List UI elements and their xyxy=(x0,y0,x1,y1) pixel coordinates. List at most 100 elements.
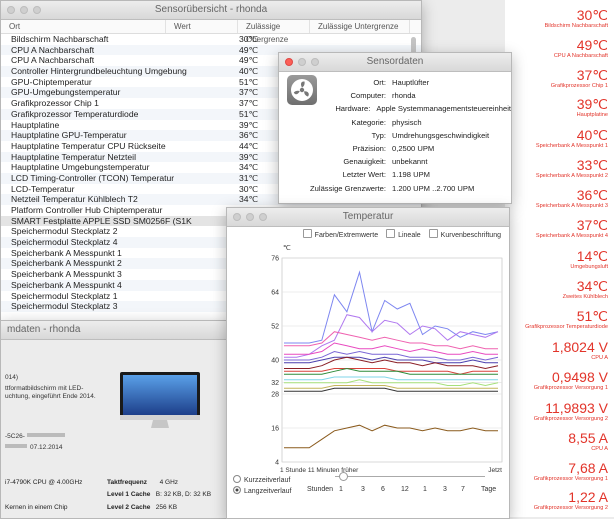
checkbox[interactable] xyxy=(386,229,396,238)
window-title: mdaten - rhonda xyxy=(7,324,81,335)
sensor-name: SMART Festplatte APPLE SSD SM0256F (S1K xyxy=(11,215,192,226)
hours-label: Stunden xyxy=(307,486,334,493)
window-title: Temperatur xyxy=(342,211,394,222)
column-header-location[interactable]: Ort xyxy=(1,20,166,33)
sensor-name: LCD-Temperatur xyxy=(11,183,75,194)
minimize-button[interactable] xyxy=(298,58,306,66)
readout-item[interactable]: 14℃ Umgebungsluft xyxy=(570,249,608,271)
readout-item[interactable]: 1,22 A Grafikprozessor Versorgung 2 xyxy=(534,490,608,512)
sensor-name: Netzteil Temperatur Kühlblech T2 xyxy=(11,194,138,205)
column-header-lower-limit[interactable]: Zulässige Untergrenze xyxy=(310,20,410,33)
title-bar[interactable]: mdaten - rhonda xyxy=(1,321,231,340)
sensor-name: Hauptplatine Temperatur CPU Rückseite xyxy=(11,140,166,151)
readout-label: Speicherbank A Messpunkt 4 xyxy=(535,233,608,239)
sensor-name: CPU A Nachbarschaft xyxy=(11,55,95,66)
field-label: Hardware: xyxy=(335,104,371,114)
checkbox[interactable] xyxy=(428,229,438,238)
readout-label: Grafikprozessor Chip 1 xyxy=(550,83,608,89)
title-bar[interactable]: Temperatur xyxy=(227,208,509,227)
hour-tick: 3 xyxy=(361,486,365,493)
title-bar[interactable]: Sensordaten xyxy=(279,53,511,72)
readout-item[interactable]: 39℃ Hauptplatine xyxy=(577,97,608,119)
readout-label: CPU A xyxy=(591,446,608,452)
sensor-name: Hauptplatine Umgebungstemperatur xyxy=(11,162,150,173)
readout-item[interactable]: 0,9498 V Grafikprozessor Versorgung 1 xyxy=(534,370,608,392)
readout-label: CPU A Nachbarschaft xyxy=(553,53,608,59)
readout-item[interactable]: 40℃ Speicherbank A Messpunkt 1 xyxy=(536,128,608,150)
option-rulers[interactable]: Lineale xyxy=(386,229,421,239)
field-value: 0,2500 UPM xyxy=(392,144,435,153)
sensor-name: Hauptplatine xyxy=(11,119,60,130)
radio-short-term[interactable]: Kurzzeitverlauf xyxy=(233,475,290,484)
close-button[interactable] xyxy=(285,58,293,66)
x-axis-end-label: Jetzt xyxy=(488,467,502,472)
window-controls xyxy=(285,58,319,66)
radio-button[interactable] xyxy=(233,486,241,494)
readout-item[interactable]: 37℃ Grafikprozessor Chip 1 xyxy=(551,68,608,90)
detail-field: Präzision: 0,2500 UPM xyxy=(279,144,511,153)
sensor-name: Hauptplatine GPU-Temperatur xyxy=(11,130,127,141)
field-value: 1.198 UPM xyxy=(392,170,430,180)
sensor-name: Speichermodul Steckplatz 4 xyxy=(11,237,118,248)
sensor-name: LCD Timing-Controller (TCON) Temperatur xyxy=(11,172,175,183)
window-controls xyxy=(233,213,267,221)
table-header: Ort Wert Zulässige Obergrenze Zulässige … xyxy=(1,20,421,44)
zoom-button[interactable] xyxy=(311,58,319,66)
zoom-button[interactable] xyxy=(33,6,41,14)
l2-cache: Level 2 Cache 256 KB xyxy=(107,504,178,511)
clock-speed: Taktfrequenz 4 GHz xyxy=(107,479,179,486)
readout-label: Speicherbank A Messpunkt 1 xyxy=(535,143,608,149)
readout-label: Grafikprozessor Versorgung 1 xyxy=(533,476,608,482)
zoom-button[interactable] xyxy=(259,213,267,221)
detail-field: Computer: rhonda xyxy=(279,91,511,100)
column-header-value[interactable]: Wert xyxy=(166,20,238,33)
readout-label: Grafikprozessor Temperaturdiode xyxy=(525,324,608,330)
table-row[interactable]: Bildschirm Nachbarschaft 30℃ xyxy=(1,34,421,45)
option-colors-extremes[interactable]: Farben/Extremwerte xyxy=(302,229,378,239)
readout-item[interactable]: 49℃ CPU A Nachbarschaft xyxy=(554,38,608,60)
readout-value: 37℃ xyxy=(576,217,608,233)
column-header-upper-limit[interactable]: Zulässige Obergrenze xyxy=(238,20,310,44)
readout-item[interactable]: 30℃ Bildschirm Nachbarschaft xyxy=(545,8,608,30)
readout-label: Zweites Kühlblech xyxy=(562,294,608,300)
readout-item[interactable]: 51℃ Grafikprozessor Temperaturdiode xyxy=(525,309,608,331)
minimize-button[interactable] xyxy=(246,213,254,221)
sensor-value: 30℃ xyxy=(239,34,259,44)
readout-value: 11,9893 V xyxy=(545,400,608,416)
detail-field: Kategorie: physisch xyxy=(279,118,511,127)
readout-item[interactable]: 7,68 A Grafikprozessor Versorgung 1 xyxy=(534,461,608,483)
time-range-slider[interactable] xyxy=(335,472,485,481)
close-button[interactable] xyxy=(7,6,15,14)
radio-long-term[interactable]: Langzeitverlauf xyxy=(233,486,291,495)
sensor-name: Speicherbank A Messpunkt 2 xyxy=(11,258,122,269)
title-bar[interactable]: Sensorübersicht - rhonda xyxy=(1,1,421,20)
readout-item[interactable]: 8,55 A CPU A xyxy=(568,431,608,453)
y-tick-label: 16 xyxy=(271,426,279,433)
sensor-readout-panel: 30℃ Bildschirm Nachbarschaft 49℃ CPU A Nach… xyxy=(505,0,614,517)
readout-item[interactable]: 36℃ Speicherbank A Messpunkt 3 xyxy=(536,188,608,210)
field-label: Typ: xyxy=(371,130,386,140)
readout-item[interactable]: 33℃ Speicherbank A Messpunkt 2 xyxy=(536,158,608,180)
model-description-line-1: ttformatbildschirm mit LED- xyxy=(5,385,84,392)
readout-item[interactable]: 37℃ Speicherbank A Messpunkt 4 xyxy=(536,218,608,240)
window-title: Sensordaten xyxy=(366,56,424,67)
model-year: 014) xyxy=(5,374,19,381)
detail-field: Typ: Umdrehungsgeschwindigkeit xyxy=(279,131,511,140)
option-curve-labels[interactable]: Kurvenbeschriftung xyxy=(428,229,501,239)
minimize-button[interactable] xyxy=(20,6,28,14)
field-value: 1.200 UPM ..2.700 UPM xyxy=(392,183,475,193)
readout-value: 37℃ xyxy=(576,67,608,83)
sensor-name: CPU A Nachbarschaft xyxy=(11,44,95,55)
readout-value: 34℃ xyxy=(576,278,608,294)
readout-value: 1,22 A xyxy=(568,489,608,505)
detail-field: Hardware: Apple Systemmanagementsteuerein… xyxy=(279,104,511,113)
hour-tick: 12 xyxy=(401,486,409,493)
readout-item[interactable]: 1,8024 V CPU A xyxy=(552,340,608,362)
slider-thumb[interactable] xyxy=(339,472,348,481)
checkbox[interactable] xyxy=(302,229,312,238)
close-button[interactable] xyxy=(233,213,241,221)
radio-button[interactable] xyxy=(233,475,241,483)
readout-item[interactable]: 11,9893 V Grafikprozessor Versorgung 2 xyxy=(534,401,608,423)
readout-item[interactable]: 34℃ Zweites Kühlblech xyxy=(563,279,608,301)
y-tick-label: 40 xyxy=(271,358,279,365)
